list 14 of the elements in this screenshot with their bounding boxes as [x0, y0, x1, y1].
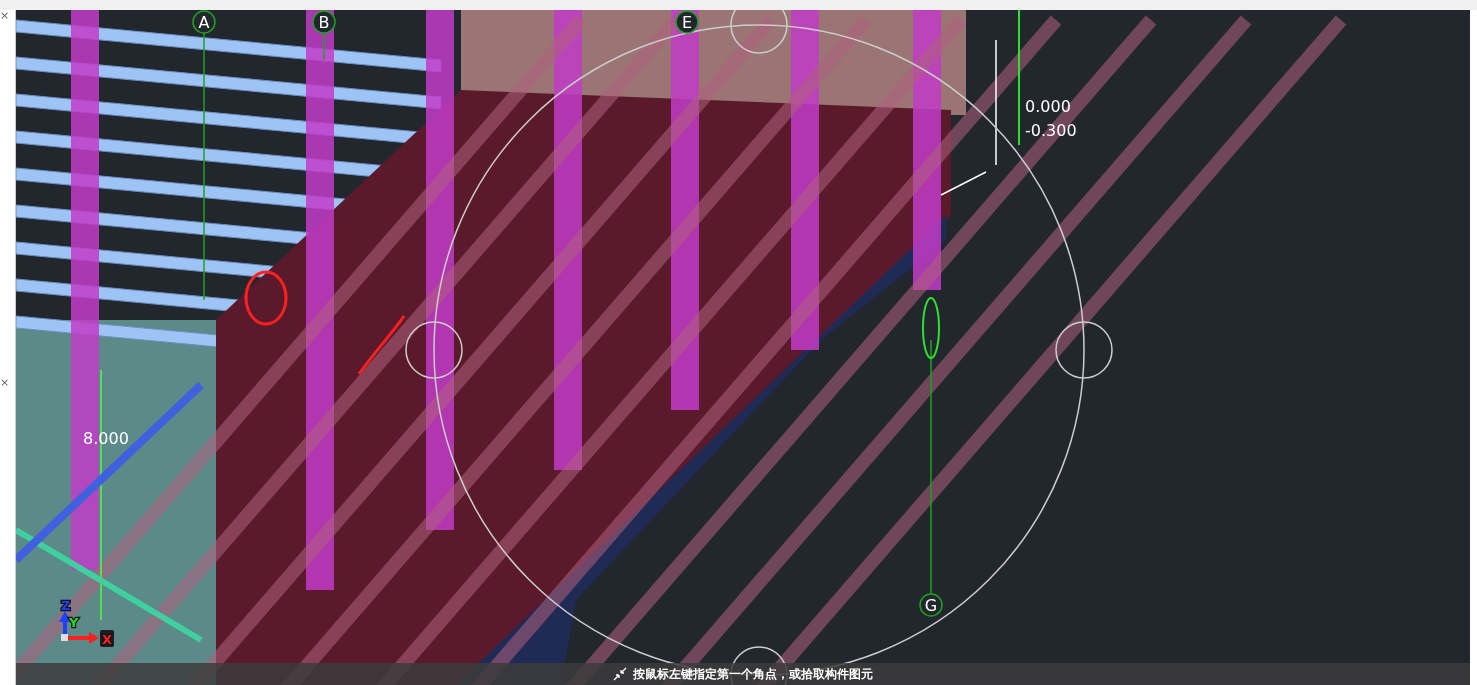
axis-triad-icon: [59, 611, 99, 644]
grid-axis-bubble: E: [675, 10, 699, 34]
elevation-label: 8.000: [83, 429, 129, 448]
axis-label: Y: [69, 615, 79, 630]
elevation-label: -0.300: [1025, 121, 1077, 140]
close-button[interactable]: ×: [0, 377, 15, 389]
command-prompt: 按鼠标左键指定第一个角点，或拾取构件图元: [633, 665, 873, 683]
grid-axis-bubble: G: [919, 593, 943, 617]
axis-label: Z: [61, 598, 71, 613]
elevation-label: 0.000: [1025, 97, 1071, 116]
grid-axis-bubble: A: [192, 10, 216, 34]
close-button[interactable]: ×: [0, 10, 15, 22]
axis-label: X: [102, 632, 113, 647]
grid-axis-bubble: B: [312, 10, 336, 34]
